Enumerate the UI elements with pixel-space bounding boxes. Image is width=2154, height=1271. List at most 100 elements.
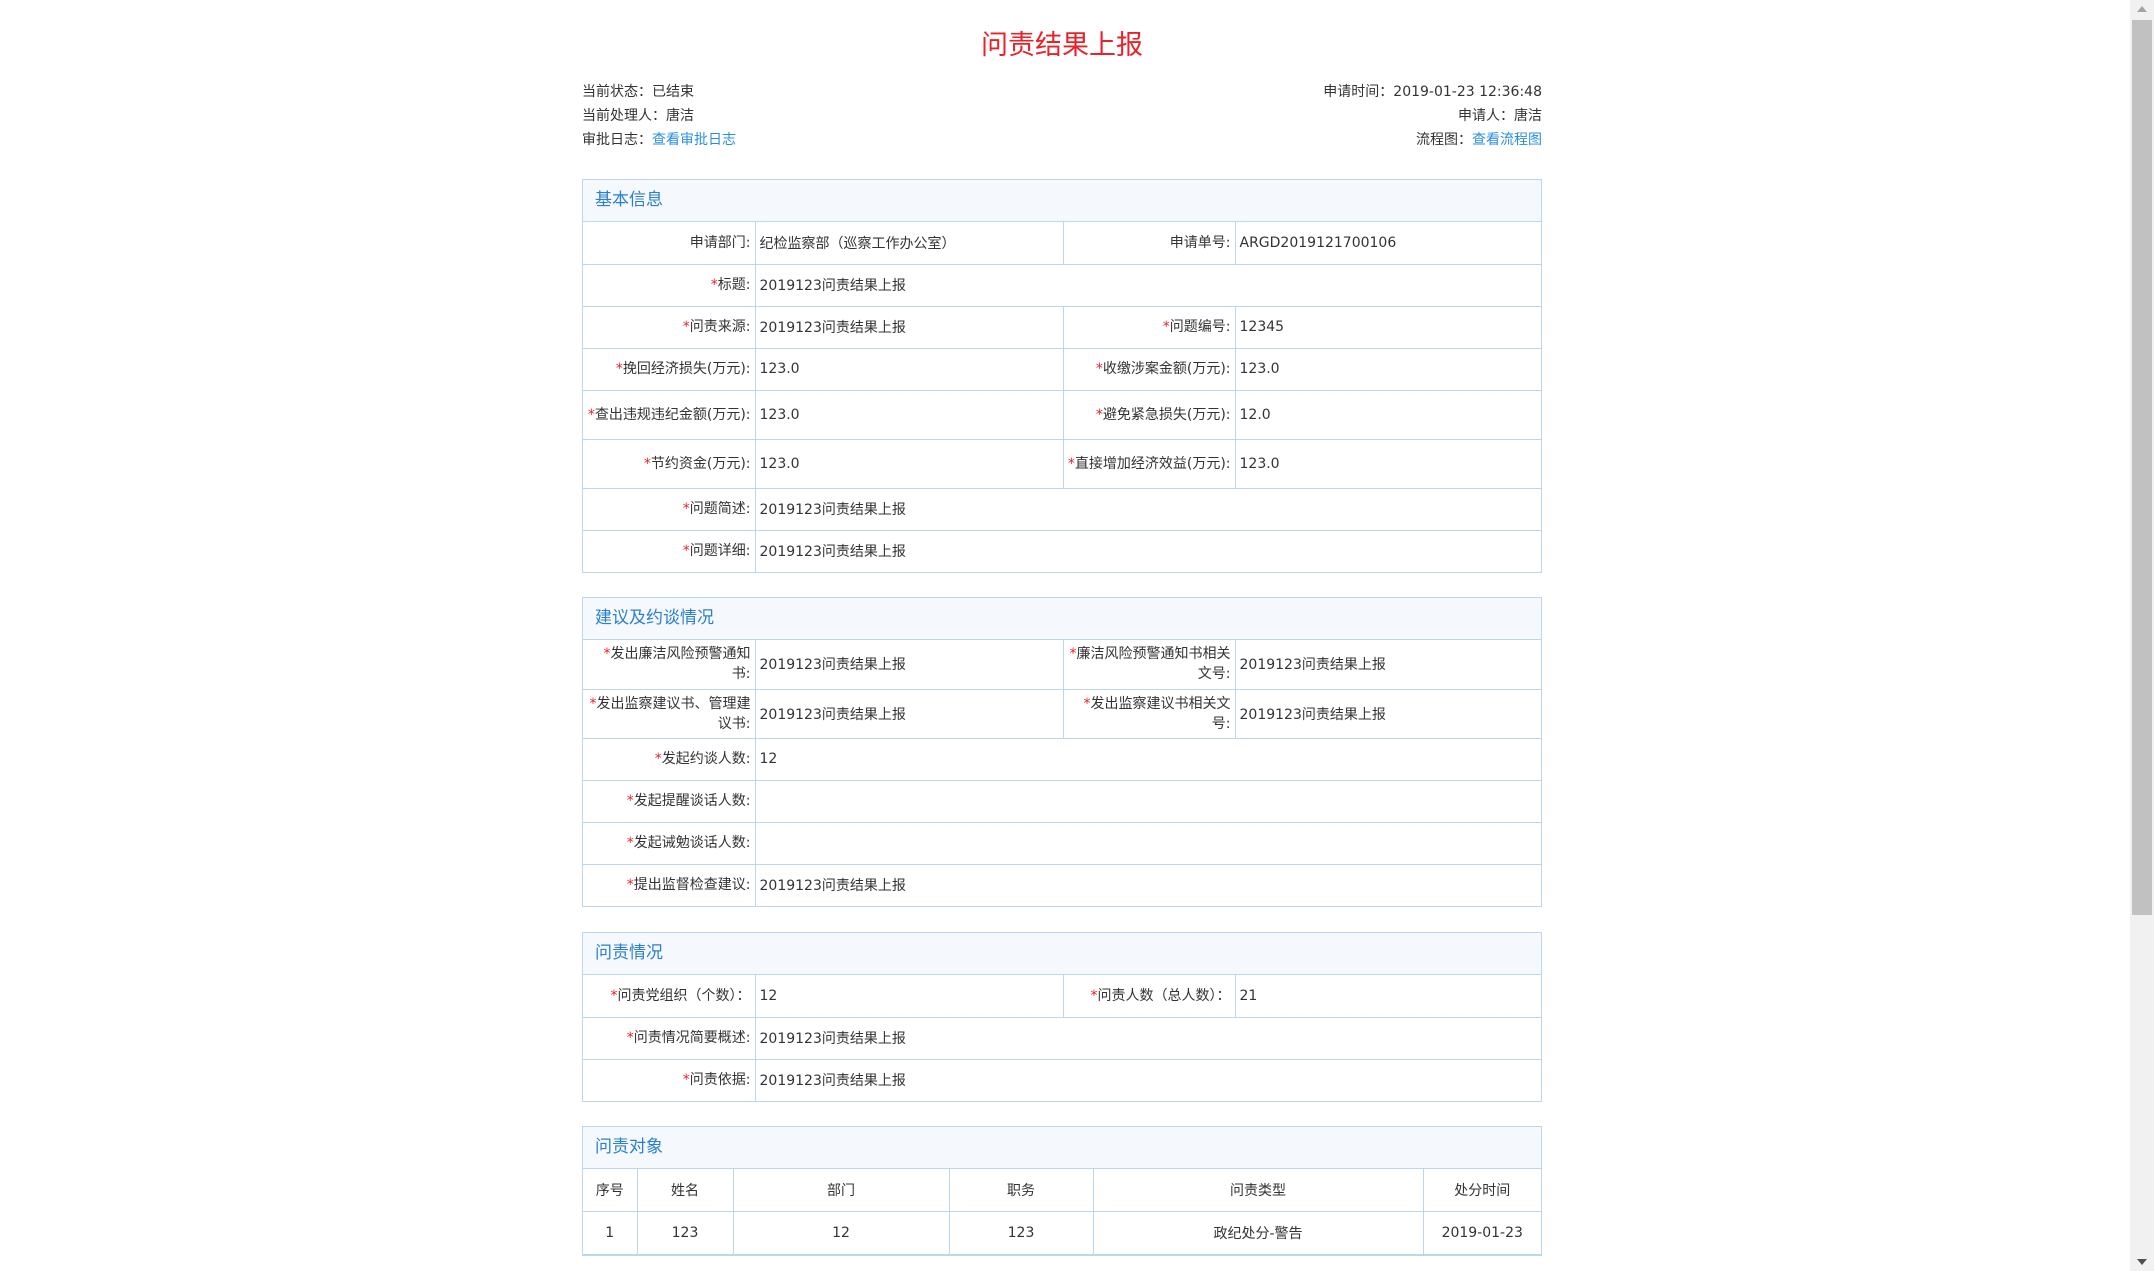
applicant-value: 唐洁 <box>1514 108 1542 124</box>
scroll-down-arrow-icon[interactable] <box>2137 1259 2147 1265</box>
form-row: *问题详细: 2019123问责结果上报 <box>583 529 1541 572</box>
applicant-label: 申请人： <box>1458 108 1514 124</box>
form-row: *发起约谈人数: 12 <box>583 737 1541 781</box>
brief-value: 2019123问责结果上报 <box>754 487 1541 531</box>
form-row: *问题简述: 2019123问责结果上报 <box>583 487 1541 531</box>
form-row: *节约资金(万元): 123.0 *直接增加经济效益(万元): 123.0 <box>583 438 1541 489</box>
form-row: *发出监察建议书、管理建议书: 2019123问责结果上报 *发出监察建议书相关… <box>583 688 1541 739</box>
accountability-table: *问责党组织（个数）： 12 *问责人数（总人数）： 21 *问责情况简要概述:… <box>583 975 1541 1101</box>
targets-panel: 问责对象 序号 姓名 部门 职务 问责类型 处分时间 1 123 12 123 … <box>582 1126 1542 1256</box>
org-count-value: 12 <box>754 975 1064 1018</box>
field-label: *问责依据: <box>583 1058 756 1101</box>
page-title: 问责结果上报 <box>981 30 1143 61</box>
field-label: *发起提醒谈话人数: <box>583 779 756 823</box>
field-label: *廉洁风险预警通知书相关文号: <box>1062 640 1236 690</box>
field-label: *发出监察建议书、管理建议书: <box>583 688 756 739</box>
status-field: 当前状态：已结束 <box>582 80 694 104</box>
apply-time-value: 2019-01-23 12:36:48 <box>1393 84 1542 100</box>
targets-table: 序号 姓名 部门 职务 问责类型 处分时间 1 123 12 123 政纪处分-… <box>583 1169 1541 1255</box>
field-label: *问责来源: <box>583 305 756 349</box>
meta-row-links: 审批日志：查看审批日志 流程图：查看流程图 <box>582 128 1542 152</box>
field-label: *发起约谈人数: <box>583 737 756 781</box>
recover-value: 123.0 <box>754 347 1064 391</box>
handler-label: 当前处理人： <box>582 108 666 124</box>
flow-label: 流程图： <box>1416 132 1472 148</box>
table-row: 1 123 12 123 政纪处分-警告 2019-01-23 <box>583 1211 1541 1255</box>
form-row: *查出违规违纪金额(万元): 123.0 *避免紧急损失(万元): 12.0 <box>583 389 1541 440</box>
field-label: *直接增加经济效益(万元): <box>1062 438 1236 489</box>
request-no-value: ARGD2019121700106 <box>1234 222 1541 265</box>
remind-value <box>754 779 1541 823</box>
subject-value: 2019123问责结果上报 <box>754 263 1541 307</box>
table-cell: 123 <box>948 1211 1094 1255</box>
benefit-value: 123.0 <box>1234 438 1541 489</box>
issue-no-value: 12345 <box>1234 305 1541 349</box>
field-label: *挽回经济损失(万元): <box>583 347 756 391</box>
field-label: *避免紧急损失(万元): <box>1062 389 1236 440</box>
form-row: *标题: 2019123问责结果上报 <box>583 263 1541 307</box>
supervise-value: 2019123问责结果上报 <box>754 688 1064 739</box>
applicant-field: 申请人：唐洁 <box>1458 104 1542 128</box>
log-label: 审批日志： <box>582 132 652 148</box>
form-row: *提出监督检查建议: 2019123问责结果上报 <box>583 863 1541 906</box>
field-label: *问题简述: <box>583 487 756 531</box>
table-cell: 123 <box>636 1211 734 1255</box>
accountability-heading: 问责情况 <box>583 933 1541 975</box>
basis-value: 2019123问责结果上报 <box>754 1058 1541 1101</box>
status-label: 当前状态： <box>582 84 652 100</box>
warn-notice-value: 2019123问责结果上报 <box>754 640 1064 690</box>
basic-info-table: 申请部门: 纪检监察部（巡察工作办公室） 申请单号: ARGD201912170… <box>583 222 1541 572</box>
field-label: *收缴涉案金额(万元): <box>1062 347 1236 391</box>
field-label: *提出监督检查建议: <box>583 863 756 906</box>
save-value: 123.0 <box>754 438 1064 489</box>
log-field: 审批日志：查看审批日志 <box>582 128 736 152</box>
summary-value: 2019123问责结果上报 <box>754 1016 1541 1060</box>
accountability-panel: 问责情况 *问责党组织（个数）： 12 *问责人数（总人数）： 21 *问责情况… <box>582 932 1542 1102</box>
source-value: 2019123问责结果上报 <box>754 305 1064 349</box>
table-header-row: 序号 姓名 部门 职务 问责类型 处分时间 <box>583 1169 1541 1212</box>
column-header: 姓名 <box>636 1169 734 1212</box>
suggestion-panel: 建议及约谈情况 *发出廉洁风险预警通知书: 2019123问责结果上报 *廉洁风… <box>582 597 1542 907</box>
column-header: 处分时间 <box>1422 1169 1541 1212</box>
field-label: *查出违规违纪金额(万元): <box>583 389 756 440</box>
apply-time-field: 申请时间：2019-01-23 12:36:48 <box>1323 80 1542 104</box>
form-row: *问责党组织（个数）： 12 *问责人数（总人数）： 21 <box>583 975 1541 1018</box>
inspect-value: 2019123问责结果上报 <box>754 863 1541 906</box>
violation-value: 123.0 <box>754 389 1064 440</box>
meta-row-handler: 当前处理人：唐洁 申请人：唐洁 <box>582 104 1542 128</box>
column-header: 职务 <box>948 1169 1094 1212</box>
dept-value: 纪检监察部（巡察工作办公室） <box>754 222 1064 265</box>
field-label: *标题: <box>583 263 756 307</box>
view-approval-log-link[interactable]: 查看审批日志 <box>652 132 736 148</box>
talk-value: 12 <box>754 737 1541 781</box>
table-cell: 12 <box>732 1211 950 1255</box>
form-row: *发起提醒谈话人数: <box>583 779 1541 823</box>
table-cell: 2019-01-23 <box>1422 1211 1541 1255</box>
supervise-doc-value: 2019123问责结果上报 <box>1234 688 1541 739</box>
collect-value: 123.0 <box>1234 347 1541 391</box>
meta-row-status: 当前状态：已结束 申请时间：2019-01-23 12:36:48 <box>582 80 1542 104</box>
admonish-value <box>754 821 1541 865</box>
table-cell: 政纪处分-警告 <box>1092 1211 1424 1255</box>
suggestion-heading: 建议及约谈情况 <box>583 598 1541 640</box>
field-label: *发出监察建议书相关文号: <box>1062 688 1236 739</box>
view-flowchart-link[interactable]: 查看流程图 <box>1472 132 1542 148</box>
form-row: *发起诫勉谈话人数: <box>583 821 1541 865</box>
field-label: *问责党组织（个数）： <box>583 975 756 1018</box>
scroll-up-arrow-icon[interactable] <box>2137 6 2147 12</box>
basic-info-panel: 基本信息 申请部门: 纪检监察部（巡察工作办公室） 申请单号: ARGD2019… <box>582 179 1542 573</box>
field-label: *问题详细: <box>583 529 756 572</box>
field-label: *节约资金(万元): <box>583 438 756 489</box>
scrollbar-thumb[interactable] <box>2132 20 2152 915</box>
status-value: 已结束 <box>652 84 694 100</box>
form-row: *问责依据: 2019123问责结果上报 <box>583 1058 1541 1101</box>
vertical-scrollbar[interactable] <box>2130 0 2154 1271</box>
warn-doc-value: 2019123问责结果上报 <box>1234 640 1541 690</box>
people-count-value: 21 <box>1234 975 1541 1018</box>
handler-value: 唐洁 <box>666 108 694 124</box>
form-row: *问责来源: 2019123问责结果上报 *问题编号: 12345 <box>583 305 1541 349</box>
suggestion-table: *发出廉洁风险预警通知书: 2019123问责结果上报 *廉洁风险预警通知书相关… <box>583 640 1541 906</box>
form-row: *发出廉洁风险预警通知书: 2019123问责结果上报 *廉洁风险预警通知书相关… <box>583 640 1541 690</box>
column-header: 序号 <box>583 1169 638 1212</box>
column-header: 部门 <box>732 1169 950 1212</box>
